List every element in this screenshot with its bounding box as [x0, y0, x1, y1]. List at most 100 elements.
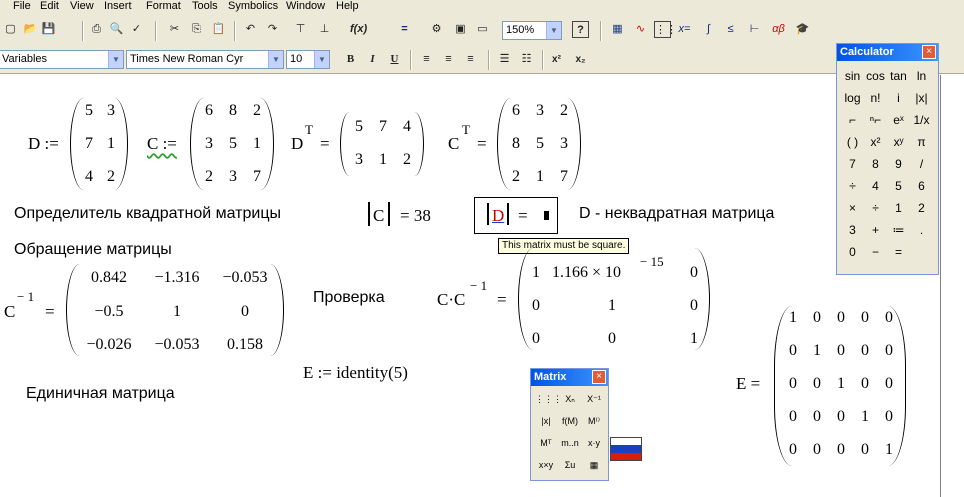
calculator-button[interactable]: tan: [887, 66, 910, 86]
print-icon[interactable]: ⎙: [88, 21, 105, 38]
function-icon[interactable]: f(x): [350, 21, 367, 38]
align-down-icon[interactable]: ⊥: [316, 21, 333, 38]
matrix-palette-button[interactable]: M⁽⁾: [583, 411, 605, 431]
subscript-button[interactable]: x₂: [572, 51, 589, 68]
underline-button[interactable]: U: [386, 51, 403, 68]
calculator-button[interactable]: /: [910, 154, 933, 174]
calculator-button[interactable]: i: [887, 88, 910, 108]
calculate-icon[interactable]: =: [396, 21, 413, 38]
matrix-palette-button[interactable]: x×y: [535, 455, 557, 475]
calculator-button[interactable]: eˣ: [887, 110, 910, 130]
align-center-icon[interactable]: ≡: [440, 51, 457, 68]
align-across-icon[interactable]: ⊤: [292, 21, 309, 38]
calculator-button[interactable]: 4: [864, 176, 887, 196]
graph-toolbar-icon[interactable]: ∿: [632, 21, 649, 38]
matrix-palette-button[interactable]: Xₙ: [559, 389, 581, 409]
menu-tools[interactable]: Tools: [192, 0, 218, 12]
matrix-palette-button[interactable]: m..n: [559, 433, 581, 453]
menu-format[interactable]: Format: [146, 0, 181, 12]
calculator-toolbar-icon[interactable]: ▦: [609, 21, 626, 38]
numbering-icon[interactable]: ☷: [518, 51, 535, 68]
calculator-button[interactable]: 0: [841, 242, 864, 262]
bold-button[interactable]: B: [342, 51, 359, 68]
print-preview-icon[interactable]: 🔍: [108, 21, 125, 38]
matrix-palette-button[interactable]: x·y: [583, 433, 605, 453]
calculator-button[interactable]: π: [910, 132, 933, 152]
new-icon[interactable]: ▢: [2, 21, 19, 38]
placeholder-icon[interactable]: [544, 211, 549, 220]
calculator-button[interactable]: n!: [864, 88, 887, 108]
save-icon[interactable]: 💾: [40, 21, 57, 38]
bullets-icon[interactable]: ☰: [496, 51, 513, 68]
size-select[interactable]: 10 ▼: [286, 50, 330, 69]
calculator-button[interactable]: ⁿ⌐: [864, 110, 887, 130]
symbolic-toolbar-icon[interactable]: 🎓: [794, 21, 811, 38]
spellcheck-icon[interactable]: ✓: [128, 21, 145, 38]
matrix-palette-button[interactable]: ▦: [583, 455, 605, 475]
greek-toolbar-icon[interactable]: αβ: [770, 21, 787, 38]
menu-symbolics[interactable]: Symbolics: [228, 0, 278, 12]
matrix-toolbar-icon[interactable]: ⋮⋮: [654, 21, 677, 38]
calculator-button[interactable]: 5: [887, 176, 910, 196]
evaluation-toolbar-icon[interactable]: x=: [676, 21, 693, 38]
calculator-button[interactable]: 8: [864, 154, 887, 174]
calculator-button[interactable]: ×: [841, 198, 864, 218]
matrix-palette-button[interactable]: f(M): [559, 411, 581, 431]
menu-insert[interactable]: Insert: [104, 0, 132, 12]
matrix-palette-button[interactable]: ⋮⋮⋮: [535, 389, 562, 409]
calculator-button[interactable]: x²: [864, 132, 887, 152]
menu-window[interactable]: Window: [286, 0, 325, 12]
calculator-button[interactable]: .: [910, 220, 933, 240]
insert-region-icon[interactable]: ▭: [474, 21, 491, 38]
calculator-button[interactable]: ln: [910, 66, 933, 86]
italic-button[interactable]: I: [364, 51, 381, 68]
matrix-palette-button[interactable]: X⁻¹: [583, 389, 605, 409]
matrix-palette-button[interactable]: Mᵀ: [535, 433, 557, 453]
calculator-button[interactable]: 9: [887, 154, 910, 174]
calculator-button[interactable]: 2: [910, 198, 933, 218]
calculator-button[interactable]: |x|: [910, 88, 933, 108]
matrix-palette-button[interactable]: Σu: [559, 455, 581, 475]
superscript-button[interactable]: x²: [548, 51, 565, 68]
calculator-button[interactable]: ≔: [887, 220, 910, 240]
help-icon[interactable]: ?: [572, 21, 589, 38]
cut-icon[interactable]: ✂: [166, 21, 183, 38]
calculator-button[interactable]: xʸ: [887, 132, 910, 152]
copy-icon[interactable]: ⎘: [188, 21, 205, 38]
align-right-icon[interactable]: ≡: [462, 51, 479, 68]
calculator-button[interactable]: 1/x: [910, 110, 933, 130]
calculator-button[interactable]: sin: [841, 66, 864, 86]
calculator-button[interactable]: log: [841, 88, 864, 108]
menu-view[interactable]: View: [70, 0, 94, 12]
resources-icon[interactable]: ▣: [452, 21, 469, 38]
calculator-button[interactable]: −: [864, 242, 887, 262]
undo-icon[interactable]: ↶: [242, 21, 259, 38]
menu-edit[interactable]: Edit: [40, 0, 59, 12]
calculator-button[interactable]: =: [887, 242, 910, 262]
language-flag-icon[interactable]: [610, 437, 642, 461]
menu-file[interactable]: File: [13, 0, 31, 12]
menu-help[interactable]: Help: [336, 0, 359, 12]
calculator-button[interactable]: ÷: [864, 198, 887, 218]
calculator-button[interactable]: 3: [841, 220, 864, 240]
redo-icon[interactable]: ↷: [264, 21, 281, 38]
boolean-toolbar-icon[interactable]: ≤: [722, 21, 739, 38]
calculator-button[interactable]: ( ): [841, 132, 864, 152]
calculator-button[interactable]: +: [864, 220, 887, 240]
matrix-palette-button[interactable]: |x|: [535, 411, 557, 431]
programming-toolbar-icon[interactable]: ⊢: [746, 21, 763, 38]
calculator-button[interactable]: 7: [841, 154, 864, 174]
insert-component-icon[interactable]: ⚙: [428, 21, 445, 38]
calculator-button[interactable]: 1: [887, 198, 910, 218]
calculator-button[interactable]: cos: [864, 66, 887, 86]
font-select[interactable]: Times New Roman Cyr ▼: [126, 50, 284, 69]
align-left-icon[interactable]: ≡: [418, 51, 435, 68]
zoom-select[interactable]: 150% ▼: [502, 21, 562, 40]
open-icon[interactable]: 📂: [22, 21, 39, 38]
close-icon[interactable]: ×: [922, 45, 936, 59]
paste-icon[interactable]: 📋: [210, 21, 227, 38]
calculator-button[interactable]: ⌐: [841, 110, 864, 130]
style-select[interactable]: Variables ▼: [0, 50, 124, 69]
calculator-button[interactable]: 6: [910, 176, 933, 196]
close-icon[interactable]: ×: [592, 370, 606, 384]
